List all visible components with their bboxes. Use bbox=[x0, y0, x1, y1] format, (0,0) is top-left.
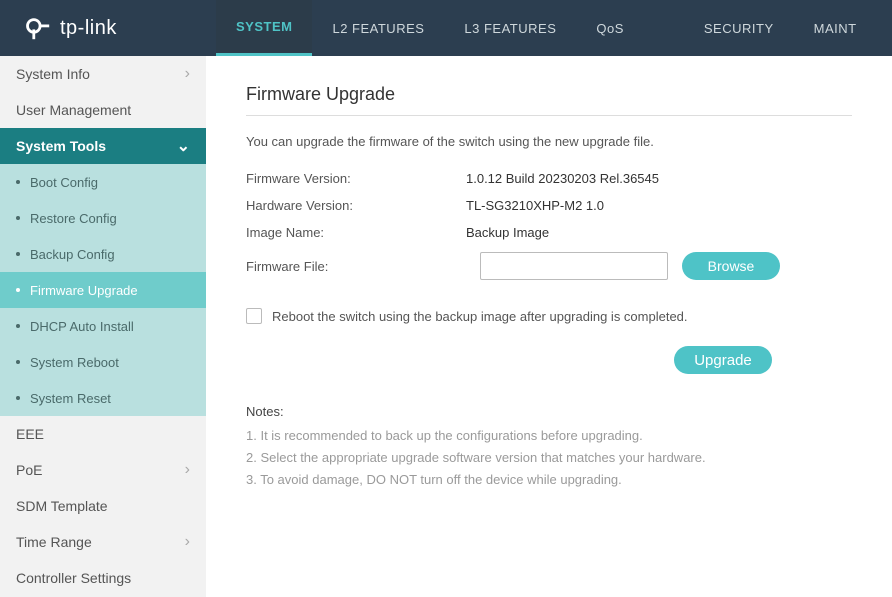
sidebar-item-label: PoE bbox=[16, 462, 42, 478]
page-title: Firmware Upgrade bbox=[246, 84, 852, 116]
bullet-icon bbox=[16, 216, 20, 220]
notes-list: 1. It is recommended to back up the conf… bbox=[246, 425, 852, 491]
sidebar-item-sdm-template[interactable]: SDM Template bbox=[0, 488, 206, 524]
sidebar-item-user-management[interactable]: User Management bbox=[0, 92, 206, 128]
reboot-checkbox[interactable] bbox=[246, 308, 262, 324]
tab-security[interactable]: SECURITY bbox=[684, 0, 794, 56]
value-image-name: Backup Image bbox=[466, 225, 852, 240]
note-line: 3. To avoid damage, DO NOT turn off the … bbox=[246, 469, 852, 491]
tab-l2[interactable]: L2 FEATURES bbox=[312, 0, 444, 56]
label-firmware-version: Firmware Version: bbox=[246, 171, 466, 186]
header-bar: tp-link SYSTEM L2 FEATURES L3 FEATURES Q… bbox=[0, 0, 892, 56]
sidebar-item-label: Controller Settings bbox=[16, 570, 131, 586]
label-firmware-file: Firmware File: bbox=[246, 259, 466, 274]
sidebar-sub-label: System Reset bbox=[30, 391, 111, 406]
sidebar-item-eee[interactable]: EEE bbox=[0, 416, 206, 452]
chevron-down-icon: ⌄ bbox=[177, 136, 190, 156]
sidebar-item-system-tools[interactable]: System Tools ⌄ bbox=[0, 128, 206, 164]
sidebar-sub-boot-config[interactable]: Boot Config bbox=[0, 164, 206, 200]
sidebar-sub-label: Restore Config bbox=[30, 211, 117, 226]
chevron-right-icon: › bbox=[185, 65, 190, 83]
row-firmware-version: Firmware Version: 1.0.12 Build 20230203 … bbox=[246, 171, 852, 186]
sidebar-item-time-range[interactable]: Time Range › bbox=[0, 524, 206, 560]
tab-qos[interactable]: QoS bbox=[576, 0, 644, 56]
sidebar-item-label: User Management bbox=[16, 102, 131, 118]
tab-l3[interactable]: L3 FEATURES bbox=[444, 0, 576, 56]
intro-text: You can upgrade the firmware of the swit… bbox=[246, 134, 852, 149]
row-hardware-version: Hardware Version: TL-SG3210XHP-M2 1.0 bbox=[246, 198, 852, 213]
sidebar-sub-system-reset[interactable]: System Reset bbox=[0, 380, 206, 416]
sidebar-item-label: SDM Template bbox=[16, 498, 108, 514]
note-line: 2. Select the appropriate upgrade softwa… bbox=[246, 447, 852, 469]
notes-title: Notes: bbox=[246, 404, 852, 419]
sidebar-subgroup-system-tools: Boot Config Restore Config Backup Config… bbox=[0, 164, 206, 416]
note-line: 1. It is recommended to back up the conf… bbox=[246, 425, 852, 447]
label-hardware-version: Hardware Version: bbox=[246, 198, 466, 213]
sidebar-item-label: EEE bbox=[16, 426, 44, 442]
sidebar-sub-label: DHCP Auto Install bbox=[30, 319, 134, 334]
sidebar: System Info › User Management System Too… bbox=[0, 56, 206, 597]
sidebar-sub-firmware-upgrade[interactable]: Firmware Upgrade bbox=[0, 272, 206, 308]
reboot-checkbox-label: Reboot the switch using the backup image… bbox=[272, 309, 688, 324]
sidebar-sub-backup-config[interactable]: Backup Config bbox=[0, 236, 206, 272]
main-content: Firmware Upgrade You can upgrade the fir… bbox=[206, 56, 892, 597]
spacer bbox=[246, 346, 674, 374]
tab-system[interactable]: SYSTEM bbox=[216, 0, 312, 56]
brand-text: tp-link bbox=[60, 17, 117, 40]
bullet-icon bbox=[16, 288, 20, 292]
sidebar-item-label: System Info bbox=[16, 66, 90, 82]
chevron-right-icon: › bbox=[185, 461, 190, 479]
row-reboot-checkbox: Reboot the switch using the backup image… bbox=[246, 308, 852, 324]
value-hardware-version: TL-SG3210XHP-M2 1.0 bbox=[466, 198, 852, 213]
bullet-icon bbox=[16, 180, 20, 184]
sidebar-item-label: Time Range bbox=[16, 534, 92, 550]
row-firmware-file: Firmware File: Browse bbox=[246, 252, 852, 280]
sidebar-sub-restore-config[interactable]: Restore Config bbox=[0, 200, 206, 236]
label-image-name: Image Name: bbox=[246, 225, 466, 240]
sidebar-item-controller-settings[interactable]: Controller Settings bbox=[0, 560, 206, 596]
sidebar-item-poe[interactable]: PoE › bbox=[0, 452, 206, 488]
tplink-logo-icon bbox=[24, 14, 52, 42]
row-image-name: Image Name: Backup Image bbox=[246, 225, 852, 240]
bullet-icon bbox=[16, 324, 20, 328]
sidebar-sub-dhcp-auto-install[interactable]: DHCP Auto Install bbox=[0, 308, 206, 344]
bullet-icon bbox=[16, 396, 20, 400]
sidebar-sub-label: Backup Config bbox=[30, 247, 115, 262]
sidebar-sub-label: Firmware Upgrade bbox=[30, 283, 138, 298]
value-firmware-version: 1.0.12 Build 20230203 Rel.36545 bbox=[466, 171, 852, 186]
row-upgrade-action: Upgrade bbox=[246, 346, 852, 374]
sidebar-sub-label: System Reboot bbox=[30, 355, 119, 370]
sidebar-item-label: System Tools bbox=[16, 138, 106, 154]
upgrade-button[interactable]: Upgrade bbox=[674, 346, 772, 374]
firmware-file-input[interactable] bbox=[480, 252, 668, 280]
sidebar-sub-system-reboot[interactable]: System Reboot bbox=[0, 344, 206, 380]
chevron-right-icon: › bbox=[185, 533, 190, 551]
sidebar-sub-label: Boot Config bbox=[30, 175, 98, 190]
tab-maintenance[interactable]: MAINT bbox=[794, 0, 877, 56]
bullet-icon bbox=[16, 360, 20, 364]
top-tabs: SYSTEM L2 FEATURES L3 FEATURES QoS SECUR… bbox=[216, 0, 892, 56]
sidebar-item-system-info[interactable]: System Info › bbox=[0, 56, 206, 92]
bullet-icon bbox=[16, 252, 20, 256]
browse-button[interactable]: Browse bbox=[682, 252, 780, 280]
brand-logo: tp-link bbox=[0, 0, 216, 56]
